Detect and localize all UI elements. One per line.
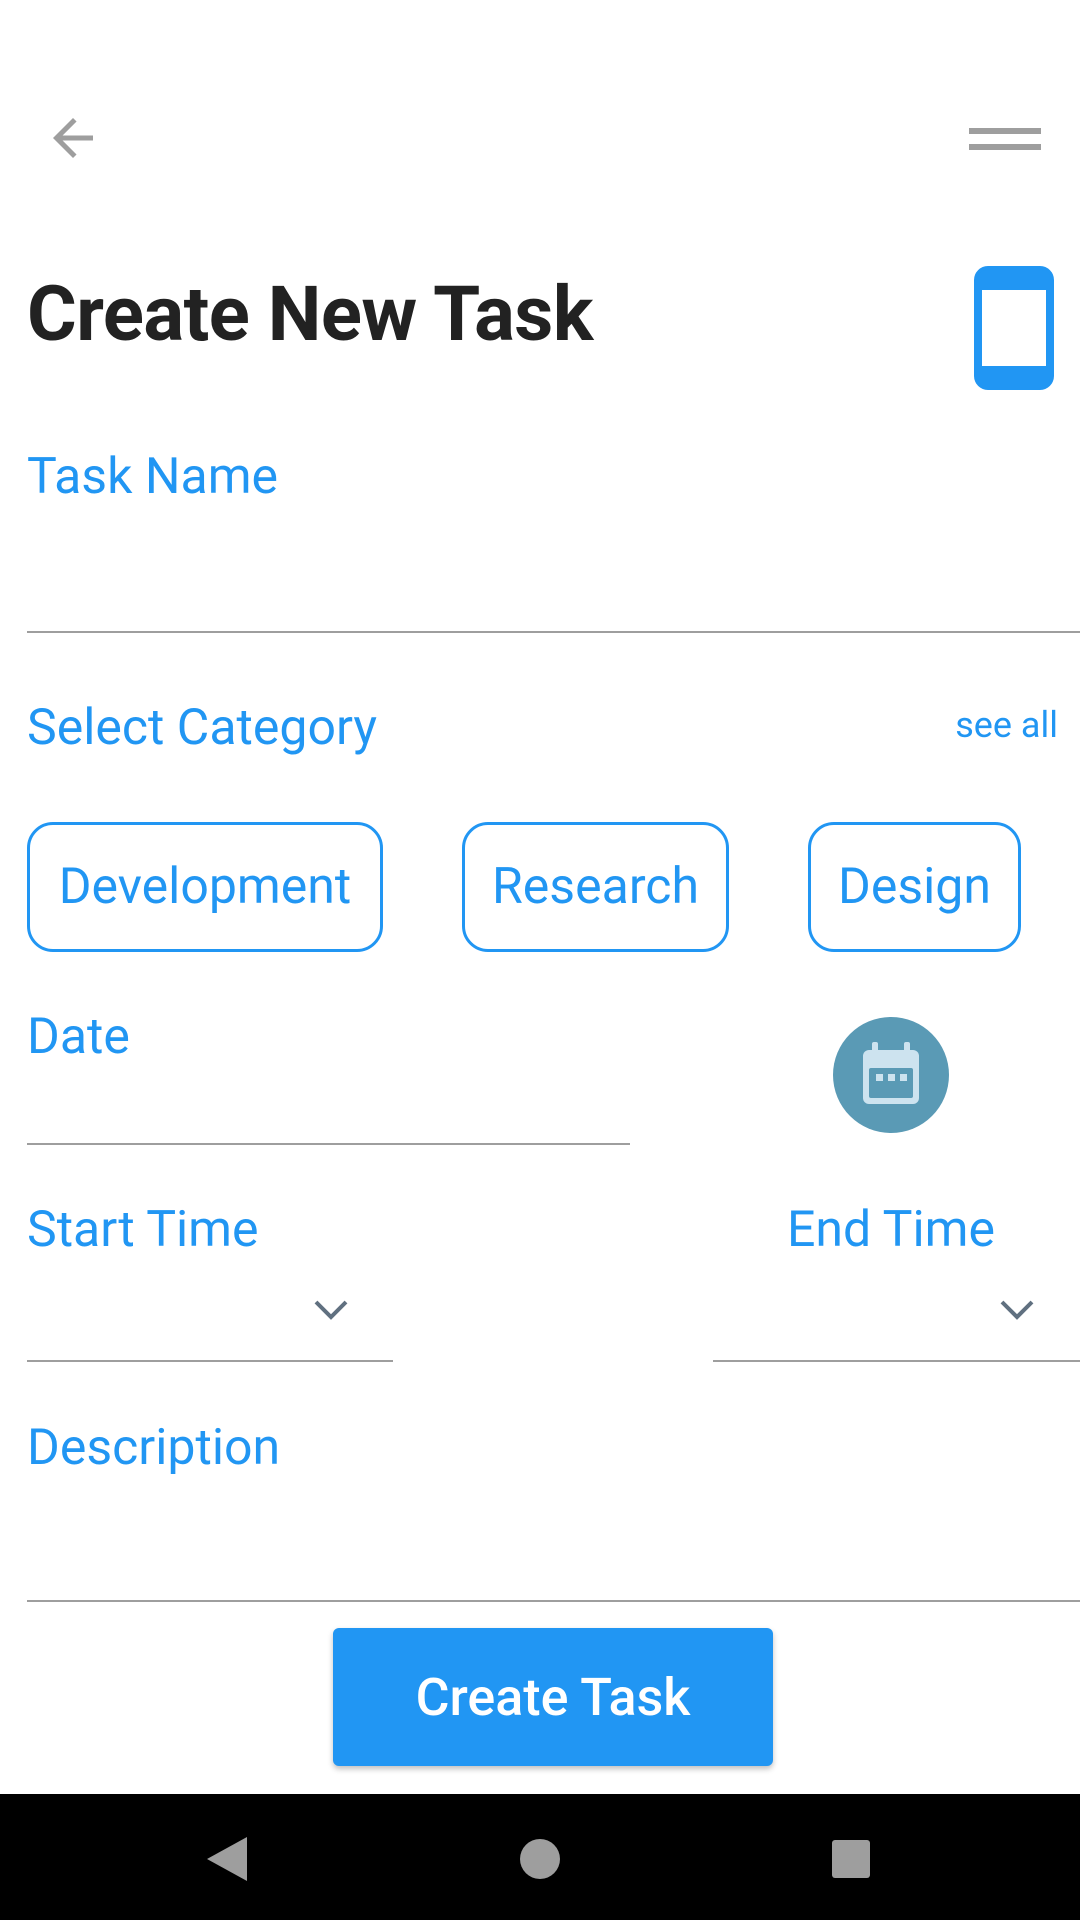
start-time-chevron-down-icon[interactable] bbox=[311, 1295, 351, 1325]
nav-recents-button[interactable] bbox=[806, 1814, 896, 1904]
nav-back-icon bbox=[207, 1837, 247, 1881]
category-label: Select Category bbox=[27, 699, 378, 757]
menu-icon bbox=[969, 128, 1041, 150]
phone-icon bbox=[974, 266, 1054, 390]
chip-research[interactable]: Research bbox=[462, 822, 729, 952]
back-button[interactable] bbox=[30, 95, 116, 181]
page-title: Create New Task bbox=[27, 269, 593, 359]
calendar-icon bbox=[863, 1042, 919, 1104]
task-name-input[interactable] bbox=[27, 520, 1080, 630]
date-input[interactable] bbox=[27, 1075, 630, 1143]
calendar-button[interactable] bbox=[833, 1017, 949, 1133]
description-label: Description bbox=[27, 1419, 281, 1477]
nav-back-button[interactable] bbox=[182, 1814, 272, 1904]
menu-button[interactable] bbox=[950, 100, 1060, 180]
date-underline bbox=[27, 1143, 630, 1145]
end-time-underline bbox=[713, 1360, 1080, 1362]
end-time-label: End Time bbox=[787, 1201, 996, 1259]
chip-design[interactable]: Design bbox=[808, 822, 1021, 952]
start-time-underline bbox=[27, 1360, 393, 1362]
arrow-left-icon bbox=[53, 118, 93, 158]
start-time-label: Start Time bbox=[27, 1201, 259, 1259]
description-input[interactable] bbox=[27, 1490, 1080, 1600]
system-nav-bar bbox=[0, 1794, 1080, 1920]
create-task-screen: Create New Task Task Name Select Categor… bbox=[0, 0, 1080, 1920]
task-name-underline bbox=[27, 631, 1080, 633]
description-underline bbox=[27, 1600, 1080, 1602]
end-time-chevron-down-icon[interactable] bbox=[997, 1295, 1037, 1325]
date-label: Date bbox=[27, 1008, 130, 1066]
nav-home-icon bbox=[520, 1839, 560, 1879]
create-task-button[interactable]: Create Task bbox=[333, 1628, 773, 1766]
nav-home-button[interactable] bbox=[495, 1814, 585, 1904]
task-name-label: Task Name bbox=[27, 448, 279, 506]
nav-recents-icon bbox=[832, 1840, 870, 1878]
chip-development[interactable]: Development bbox=[27, 822, 383, 952]
see-all-link[interactable]: see all bbox=[955, 707, 1058, 743]
